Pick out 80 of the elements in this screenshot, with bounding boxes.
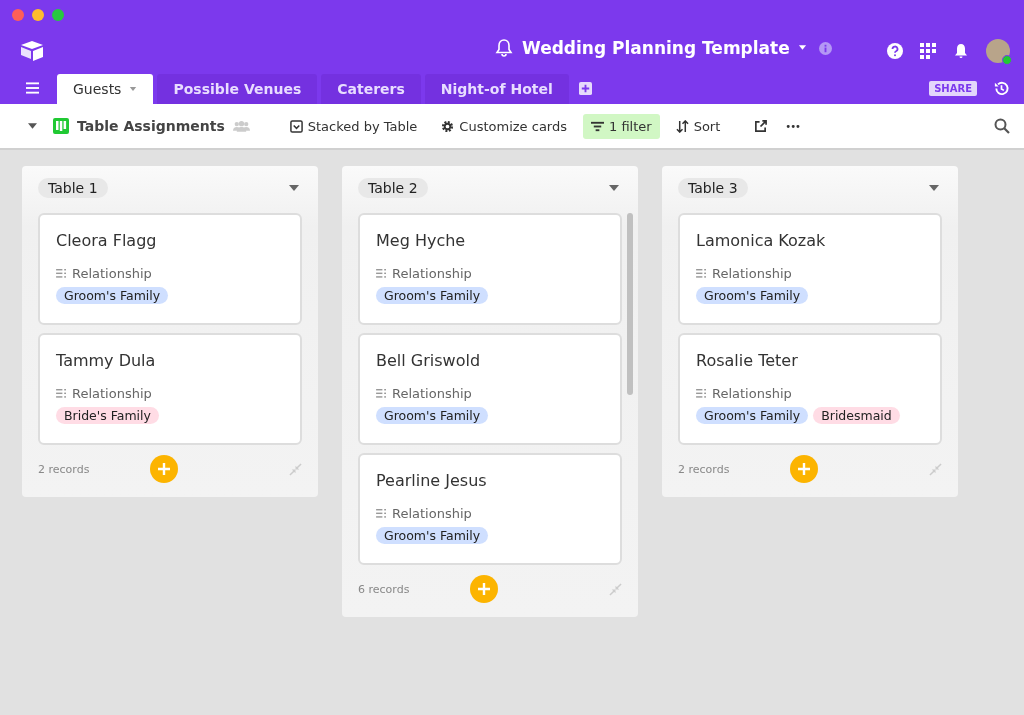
dropdown-caret-icon[interactable] <box>929 185 939 191</box>
record-card[interactable]: Pearline Jesus Relationship Groom's Family <box>358 453 622 565</box>
field-label: Relationship <box>392 506 472 521</box>
record-count: 2 records <box>38 462 91 476</box>
record-name: Cleora Flagg <box>56 231 158 250</box>
record-card[interactable]: Cleora Flagg Relationship Groom's Family <box>38 213 302 325</box>
help-icon[interactable] <box>887 43 903 59</box>
record-name: Tammy Dula <box>56 351 157 370</box>
customize-cards-button[interactable]: Customize cards <box>433 113 575 139</box>
add-table-icon[interactable] <box>578 81 592 95</box>
checkbox-icon <box>289 119 303 133</box>
record-count: 6 records <box>358 582 411 596</box>
record-card[interactable]: Tammy Dula Relationship Bride's Family <box>38 333 302 445</box>
share-view-icon[interactable] <box>754 119 768 133</box>
record-card[interactable]: Bell Griswold Relationship Groom's Family <box>358 333 622 445</box>
multiselect-field-icon <box>56 269 67 278</box>
notification-bell-icon[interactable] <box>953 43 969 59</box>
apps-grid-icon[interactable] <box>920 43 936 59</box>
kanban-view-icon <box>53 118 69 134</box>
record-card[interactable]: Rosalie Teter Relationship Groom's Family Bridesmaid <box>678 333 942 445</box>
multiselect-field-icon <box>376 509 387 518</box>
record-card[interactable]: Meg Hyche Relationship Groom's Family <box>358 213 622 325</box>
minimize-window-button[interactable] <box>32 9 44 21</box>
search-icon[interactable] <box>994 118 1010 134</box>
record-name: Lamonica Kozak <box>696 231 827 250</box>
table-tab[interactable]: Caterers <box>321 74 421 104</box>
field-label: Relationship <box>392 266 472 281</box>
dropdown-caret-icon[interactable] <box>609 185 619 191</box>
tag: Groom's Family <box>696 407 809 424</box>
sort-button[interactable]: Sort <box>667 113 729 139</box>
stacked-by-button[interactable]: Stacked by Table <box>281 113 426 139</box>
multiselect-field-icon <box>376 269 387 278</box>
multiselect-field-icon <box>696 389 707 398</box>
table-tab[interactable]: Possible Venues <box>157 74 318 104</box>
bell-outline-icon <box>494 38 514 58</box>
tag: Groom's Family <box>376 407 489 424</box>
multiselect-field-icon <box>696 269 707 278</box>
tag: Groom's Family <box>56 287 169 304</box>
tag: Bride's Family <box>56 407 159 424</box>
multiselect-field-icon <box>56 389 67 398</box>
caret-icon[interactable] <box>797 45 807 51</box>
stack-title: Table 3 <box>678 178 748 198</box>
sort-icon <box>675 119 689 133</box>
tag: Groom's Family <box>376 527 489 544</box>
share-button[interactable]: SHARE <box>929 80 977 96</box>
scrollbar[interactable] <box>627 213 633 395</box>
stack-title: Table 1 <box>38 178 108 198</box>
field-label: Relationship <box>72 386 152 401</box>
info-icon[interactable] <box>818 41 832 55</box>
record-name: Meg Hyche <box>376 231 467 250</box>
record-name: Pearline Jesus <box>376 471 488 490</box>
more-button[interactable]: ••• <box>785 120 800 132</box>
zoom-window-button[interactable] <box>52 9 64 21</box>
user-avatar[interactable] <box>986 39 1010 63</box>
gear-icon <box>441 119 455 133</box>
tag: Bridesmaid <box>813 407 900 424</box>
field-label: Relationship <box>712 386 792 401</box>
table-tab[interactable]: Guests <box>57 74 154 104</box>
caret-icon[interactable] <box>28 123 37 129</box>
field-label: Relationship <box>712 266 792 281</box>
history-icon[interactable] <box>993 79 1010 97</box>
view-name[interactable]: Table Assignments <box>77 118 225 134</box>
tag: Groom's Family <box>376 287 489 304</box>
multiselect-field-icon <box>376 389 387 398</box>
base-title[interactable]: Wedding Planning Template <box>522 38 790 58</box>
record-name: Bell Griswold <box>376 351 482 370</box>
stack-title: Table 2 <box>358 178 428 198</box>
field-label: Relationship <box>392 386 472 401</box>
record-name: Rosalie Teter <box>696 351 799 370</box>
collaborators-icon <box>232 120 250 132</box>
dropdown-caret-icon[interactable] <box>289 185 299 191</box>
table-tab[interactable]: Night-of Hotel <box>424 74 569 104</box>
filter-icon <box>591 119 604 133</box>
field-label: Relationship <box>72 266 152 281</box>
tag: Groom's Family <box>696 287 809 304</box>
box-logo-icon[interactable] <box>20 40 44 62</box>
record-count: 2 records <box>678 462 731 476</box>
filter-button[interactable]: 1 filter <box>583 113 660 139</box>
menu-icon[interactable] <box>26 82 39 94</box>
record-card[interactable]: Lamonica Kozak Relationship Groom's Family <box>678 213 942 325</box>
